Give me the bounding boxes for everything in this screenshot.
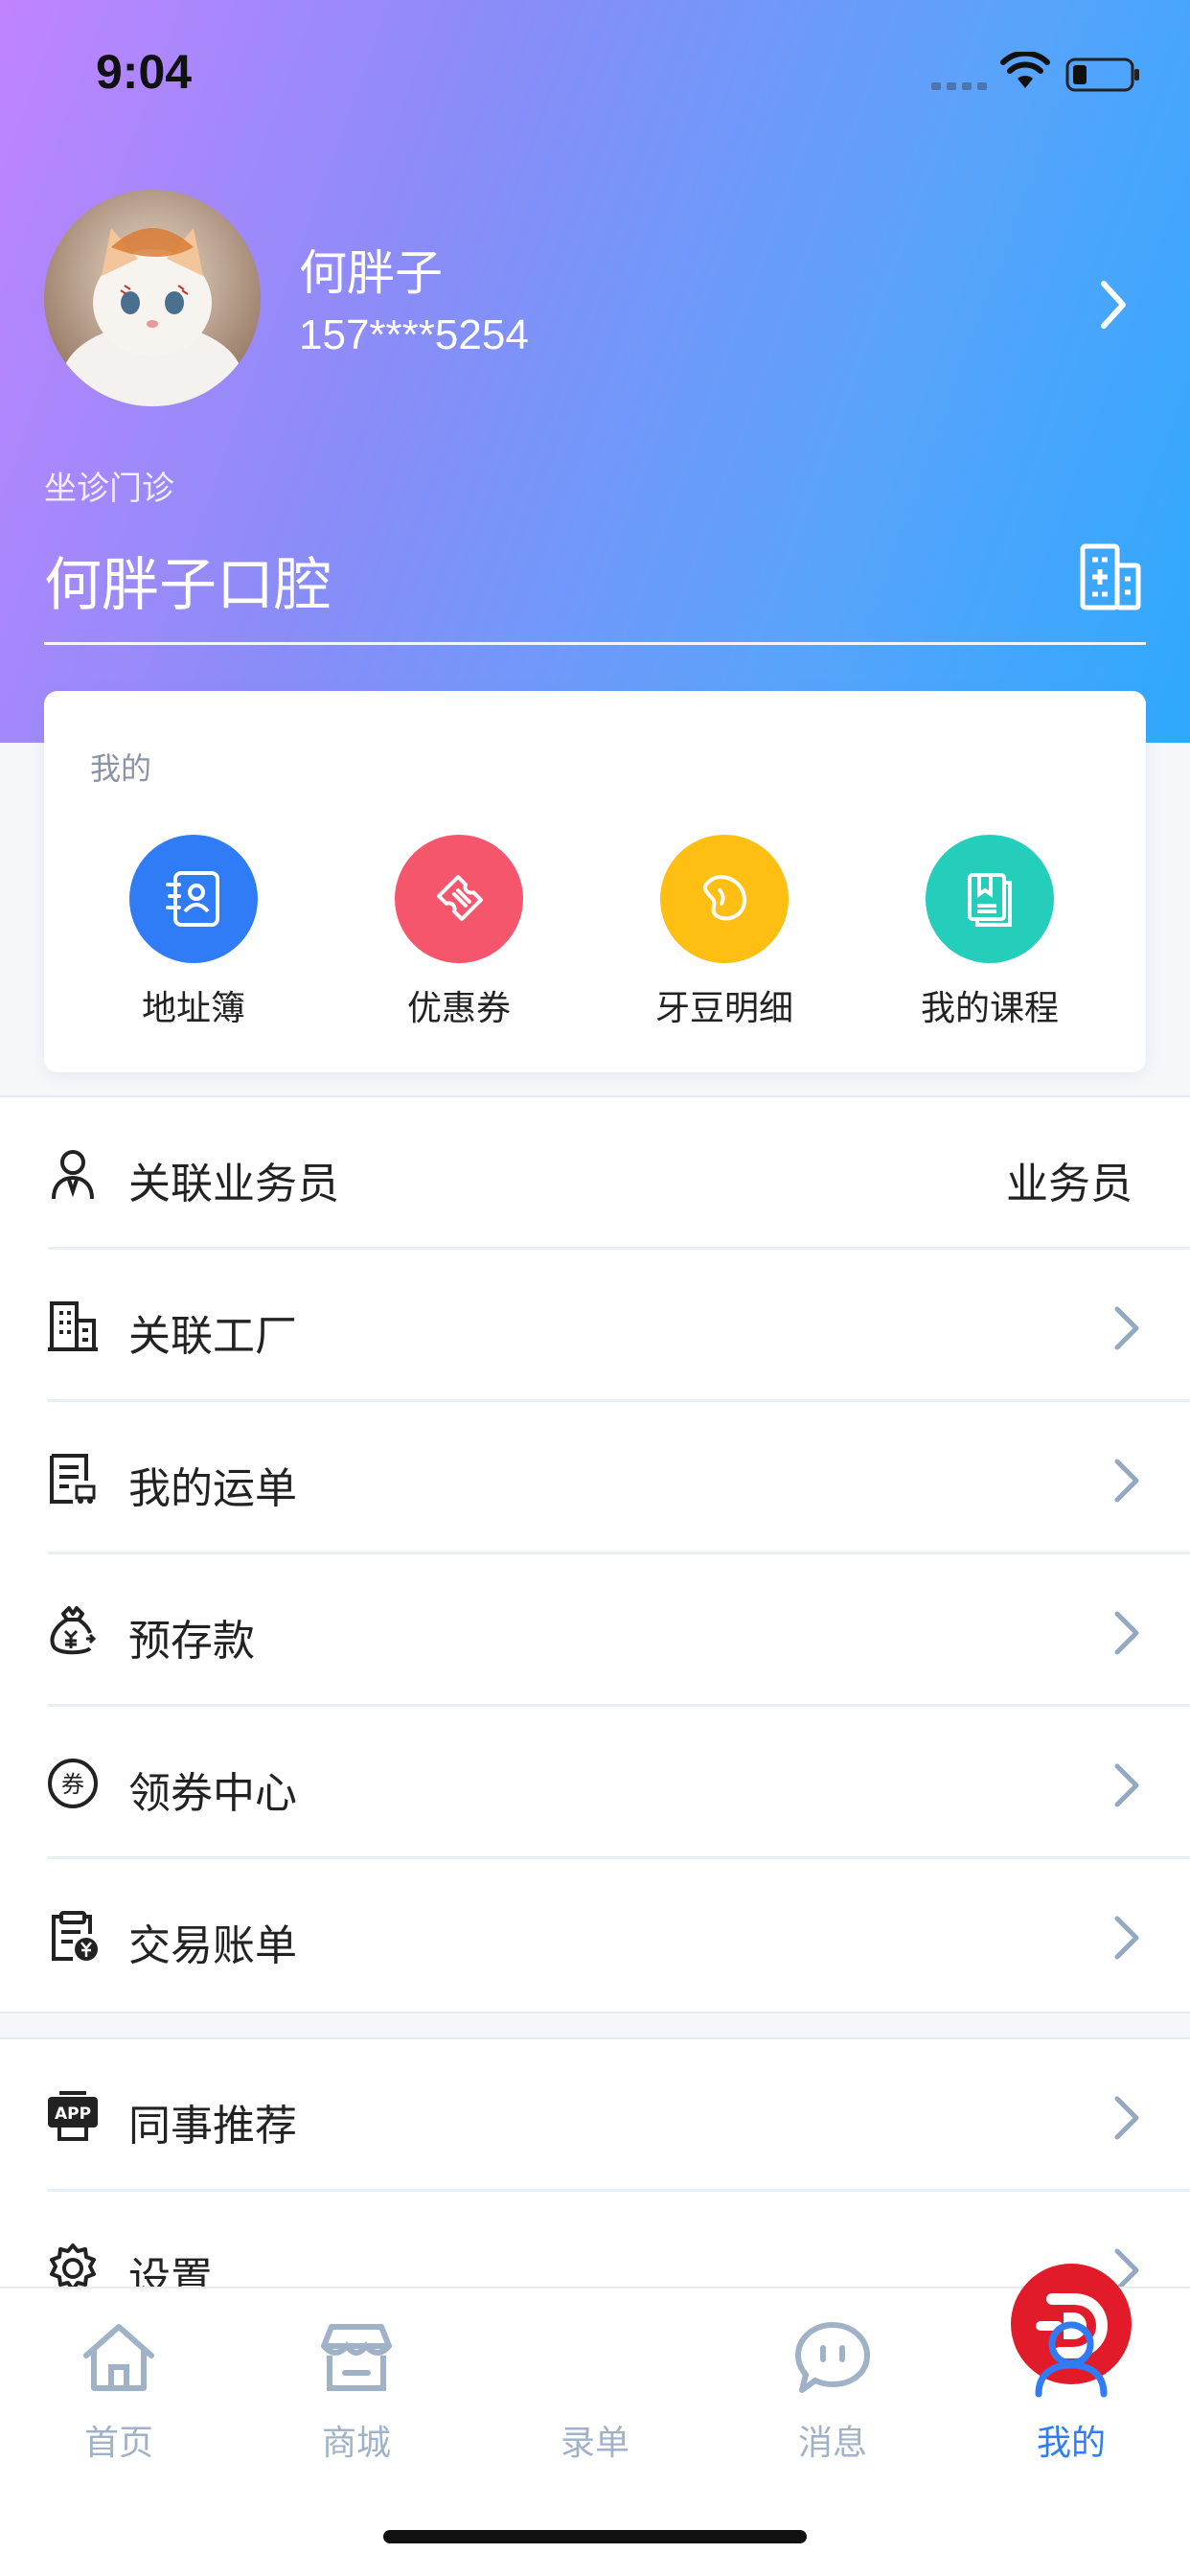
menu-item-colleague-recommend[interactable]: APP 同事推荐 <box>0 2039 1190 2192</box>
salesman-icon <box>52 1150 94 1200</box>
clinic-underline <box>44 642 1146 645</box>
svg-text:券: 券 <box>61 1771 84 1798</box>
menu-label: 交易账单 <box>128 1921 297 1970</box>
cat-avatar-image <box>44 190 261 406</box>
menu-label: 我的运单 <box>128 1464 297 1513</box>
menu-item-transaction-bill[interactable]: 交易账单 <box>0 1859 1190 2012</box>
menu-value: 业务员 <box>1006 1160 1133 1208</box>
menu-label: 预存款 <box>128 1617 255 1666</box>
shortcut-label: 优惠券 <box>406 989 511 1028</box>
shortcut-label: 地址簿 <box>141 989 245 1028</box>
deposit-bag-icon <box>50 1606 97 1655</box>
avatar[interactable] <box>44 190 261 406</box>
course-book-icon <box>926 835 1054 963</box>
tab-store[interactable]: 商城 <box>238 2288 475 2465</box>
tab-label: 消息 <box>797 2424 867 2463</box>
shortcut-coupon[interactable]: 优惠券 <box>344 835 574 1030</box>
tab-label: 商城 <box>321 2424 391 2463</box>
coupon-icon <box>395 835 523 963</box>
wifi-icon <box>1000 52 1050 88</box>
tab-label: 我的 <box>1036 2424 1106 2463</box>
menu-item-linked-salesman[interactable]: 关联业务员 业务员 <box>0 1097 1190 1250</box>
chevron-right-icon <box>1114 1916 1139 1960</box>
chevron-right-icon <box>1114 1611 1139 1655</box>
profile-header: 9:04 何胖子 157****5254 坐诊门诊 何胖子口腔 <box>0 0 1190 743</box>
shortcut-my-courses[interactable]: 我的课程 <box>875 835 1105 1030</box>
chevron-right-icon <box>1114 2096 1139 2140</box>
tab-label: 录单 <box>560 2424 629 2463</box>
svg-text:APP: APP <box>55 2104 91 2124</box>
menu-item-prepaid-deposit[interactable]: 预存款 <box>0 1554 1190 1707</box>
menu-label: 领券中心 <box>128 1769 297 1818</box>
cellular-signal-icon <box>931 82 987 90</box>
shortcut-label: 牙豆明细 <box>654 989 793 1028</box>
clinic-name[interactable]: 何胖子口腔 <box>44 539 332 622</box>
tab-label: 首页 <box>83 2424 153 2463</box>
menu-label: 关联业务员 <box>128 1160 339 1208</box>
my-shortcuts-card: 我的 地址簿 优惠券 牙豆明细 我的课程 <box>44 691 1146 1072</box>
app-recommend-icon: APP <box>48 2091 98 2141</box>
shortcut-bean-detail[interactable]: 牙豆明细 <box>609 835 839 1030</box>
chat-bubble-icon <box>795 2322 870 2393</box>
shortcut-address-book[interactable]: 地址簿 <box>79 835 309 1030</box>
menu-label: 同事推荐 <box>128 2102 297 2150</box>
coupon-center-icon: 券 <box>48 1759 98 1808</box>
user-name: 何胖子 <box>299 245 443 301</box>
user-icon <box>1035 2321 1108 2398</box>
shortcut-label: 我的课程 <box>920 989 1059 1028</box>
tab-mine[interactable]: 我的 <box>952 2288 1190 2465</box>
home-icon <box>83 2324 154 2391</box>
profile-chevron-right-icon[interactable] <box>1096 278 1131 332</box>
clinic-caption: 坐诊门诊 <box>44 470 174 508</box>
menu-item-linked-factory[interactable]: 关联工厂 <box>0 1250 1190 1402</box>
menu-item-my-waybill[interactable]: 我的运单 <box>0 1402 1190 1554</box>
address-book-icon <box>129 835 258 963</box>
battery-icon <box>1065 58 1139 92</box>
tab-messages[interactable]: 消息 <box>714 2288 951 2465</box>
store-icon <box>321 2324 392 2391</box>
user-phone: 157****5254 <box>299 311 529 358</box>
chevron-right-icon <box>1114 1306 1139 1350</box>
tab-home[interactable]: 首页 <box>0 2288 238 2465</box>
status-time: 9:04 <box>96 45 193 99</box>
home-indicator[interactable] <box>383 2530 807 2543</box>
waybill-icon <box>50 1454 96 1504</box>
menu-group-account: 关联业务员 业务员 关联工厂 我的运单 预存款 券 领券中心 交易账单 <box>0 1095 1190 2013</box>
factory-building-icon <box>48 1301 98 1351</box>
bean-icon <box>660 835 789 963</box>
chevron-right-icon <box>1114 1459 1139 1503</box>
menu-label: 关联工厂 <box>128 1312 297 1361</box>
menu-item-settings[interactable]: 设置 <box>0 2192 1190 2296</box>
tab-order-entry[interactable]: 录单 <box>476 2264 1132 2465</box>
menu-item-coupon-center[interactable]: 券 领券中心 <box>0 1707 1190 1859</box>
menu-group-other: APP 同事推荐 设置 <box>0 2037 1190 2296</box>
chevron-right-icon <box>1114 1763 1139 1807</box>
bill-clipboard-icon <box>52 1911 98 1961</box>
my-card-title: 我的 <box>90 750 152 787</box>
clinic-building-icon[interactable] <box>1079 542 1142 611</box>
